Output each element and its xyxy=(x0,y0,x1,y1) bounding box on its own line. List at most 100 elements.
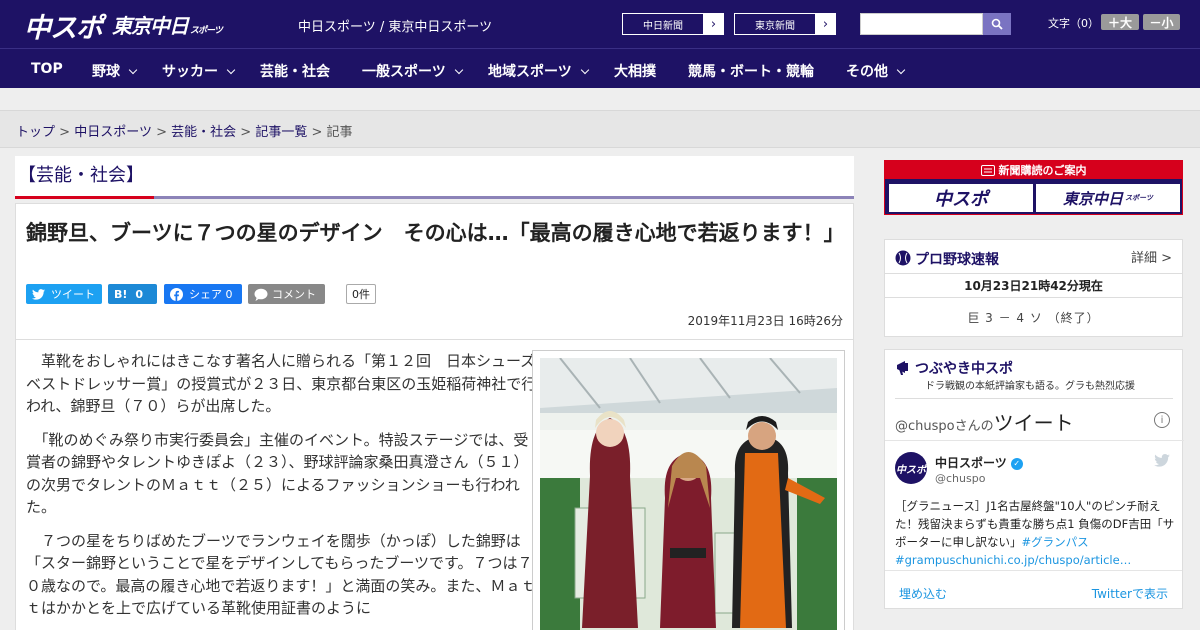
account-name-text: 中日スポーツ xyxy=(935,456,1007,470)
twitter-handle-link[interactable]: @chuspo xyxy=(895,419,955,434)
view-on-twitter-link[interactable]: Twitterで表示 xyxy=(1092,585,1168,602)
nav-item-baseball[interactable]: 野球 xyxy=(92,61,138,81)
baseball-scores-widget: プロ野球速報 詳細 > 10月23日21時42分現在 巨 3 － 4 ソ （終了… xyxy=(884,239,1183,337)
nav-item-sumo[interactable]: 大相撲 xyxy=(614,61,656,81)
hatena-bookmark-button[interactable]: B! 0 xyxy=(108,284,157,304)
avatar[interactable]: 中スポ xyxy=(895,452,927,484)
breadcrumb-separator: > xyxy=(59,125,71,140)
tokyo-shimbun-link[interactable]: 東京新聞 › xyxy=(734,13,836,35)
tweet-hashtag[interactable]: #グランパス xyxy=(1022,535,1089,549)
breadcrumb-top[interactable]: トップ xyxy=(16,125,55,140)
baseball-details-link[interactable]: 詳細 > xyxy=(1131,247,1172,266)
twitter-san-label: さんの xyxy=(954,419,994,434)
search-input[interactable] xyxy=(860,13,983,35)
facebook-icon xyxy=(170,287,183,301)
subscribe-tokyo-chunichi-button[interactable]: 東京中日 スポーツ xyxy=(1036,184,1180,212)
breadcrumb-entertainment[interactable]: 芸能・社会 xyxy=(171,125,236,140)
baseball-widget-header: プロ野球速報 詳細 > xyxy=(885,240,1182,274)
article-paragraph: 革靴をおしゃれにはきこなす著名人に贈られる「第１２回 日本シューズベストドレッサ… xyxy=(26,350,538,418)
tweet-button[interactable]: ツイート xyxy=(26,284,102,304)
category-underline xyxy=(15,196,154,199)
article-date: 2019年11月23日 16時26分 xyxy=(687,314,843,328)
subscribe-tokyo-sub: スポーツ xyxy=(1125,194,1153,202)
article-text: 革靴をおしゃれにはきこなす著名人に贈られる「第１２回 日本シューズベストドレッサ… xyxy=(26,350,538,630)
font-larger-button[interactable]: ＋大 xyxy=(1101,14,1139,30)
nav-item-top[interactable]: TOP xyxy=(31,61,63,77)
subscribe-chuspo-button[interactable]: 中スポ xyxy=(889,184,1033,212)
comment-count: 0件 xyxy=(346,284,376,304)
paragraph-text: 「靴のめぐみ祭り市実行委員会」主催のイベント。特設ステージでは、受賞者の錦野やタ… xyxy=(26,430,529,517)
subscribe-tokyo-label: 東京中日 xyxy=(1063,189,1124,208)
facebook-share-button[interactable]: シェア 0 xyxy=(164,284,242,304)
breadcrumb-chunichi-sports[interactable]: 中日スポーツ xyxy=(74,125,152,140)
baseball-game-score[interactable]: 巨 3 － 4 ソ （終了） xyxy=(885,298,1182,336)
nav-label: TOP xyxy=(31,61,63,77)
search-button[interactable] xyxy=(983,13,1011,35)
article-paragraph: 「靴のめぐみ祭り市実行委員会」主催のイベント。特設ステージでは、受賞者の錦野やタ… xyxy=(26,429,538,519)
nav-item-general-sports[interactable]: 一般スポーツ xyxy=(362,61,463,81)
award-ceremony-photo xyxy=(540,357,837,630)
tweet-link[interactable]: #grampuschunichi.co.jp/chuspo/article… xyxy=(895,553,1131,567)
chevron-down-icon xyxy=(226,65,236,75)
hatena-count: 0 xyxy=(135,287,144,301)
nav-label: その他 xyxy=(846,64,888,80)
tokyo-logo-sub: スポーツ xyxy=(190,26,223,36)
comment-button[interactable]: コメント xyxy=(248,284,325,304)
breadcrumb-article-list[interactable]: 記事一覧 xyxy=(255,125,307,140)
facebook-label: シェア 0 xyxy=(189,288,233,301)
nav-label: 地域スポーツ xyxy=(488,64,572,80)
newspaper-icon xyxy=(980,164,995,176)
twitter-account-name[interactable]: 中日スポーツ ✓ xyxy=(935,454,1023,471)
article-photo[interactable] xyxy=(532,350,845,630)
hatena-label: B! xyxy=(114,287,128,301)
font-smaller-button[interactable]: －小 xyxy=(1143,14,1180,30)
chunichi-shimbun-link[interactable]: 中日新聞 › xyxy=(622,13,724,35)
nav-label: サッカー xyxy=(162,64,218,80)
subscription-title-text: 新聞購読のご案内 xyxy=(998,164,1087,177)
nav-item-other[interactable]: その他 xyxy=(846,61,906,81)
comment-label: コメント xyxy=(272,288,316,301)
twitter-account-user[interactable]: @chuspo xyxy=(935,472,985,485)
breadcrumb-separator: > xyxy=(156,125,167,140)
baseball-icon xyxy=(895,250,911,266)
subscription-banner: 新聞購読のご案内 中スポ 東京中日 スポーツ xyxy=(884,160,1183,215)
tweet-label: ツイート xyxy=(51,288,95,301)
twitter-bird-icon[interactable] xyxy=(1154,454,1170,467)
divider xyxy=(895,398,1173,399)
nav-item-soccer[interactable]: サッカー xyxy=(162,61,236,81)
nav-label: 競馬・ボート・競輪 xyxy=(688,64,814,80)
nav-label: 一般スポーツ xyxy=(362,64,446,80)
twitter-widget-title: つぶやき中スポ xyxy=(915,361,1013,377)
chevron-right-icon: › xyxy=(815,14,835,34)
article-body: 革靴をおしゃれにはきこなす著名人に贈られる「第１２回 日本シューズベストドレッサ… xyxy=(15,340,854,630)
chevron-down-icon xyxy=(896,65,906,75)
tokyo-chunichi-logo[interactable]: 東京中日 スポーツ xyxy=(112,10,223,39)
site-title[interactable]: 中日スポーツ / 東京中日スポーツ xyxy=(298,16,492,35)
embed-link[interactable]: 埋め込む xyxy=(899,585,947,602)
breadcrumb-bar: トップ > 中日スポーツ > 芸能・社会 > 記事一覧 > 記事 xyxy=(0,110,1200,148)
speech-bubble-icon xyxy=(254,288,268,301)
article-header: 錦野旦、ブーツに７つの星のデザイン その心は…「最高の履き心地で若返ります！」 … xyxy=(15,203,854,340)
tokyo-logo-text: 東京中日 xyxy=(112,14,189,38)
breadcrumb: トップ > 中日スポーツ > 芸能・社会 > 記事一覧 > 記事 xyxy=(16,121,353,140)
breadcrumb-separator: > xyxy=(240,125,252,140)
breadcrumb-current: 記事 xyxy=(326,125,353,140)
chevron-down-icon xyxy=(454,65,463,75)
chevron-down-icon xyxy=(580,65,589,75)
breadcrumb-separator: > xyxy=(311,125,323,140)
baseball-widget-title: プロ野球速報 xyxy=(915,252,999,268)
article-paragraph: ７つの星をちりばめたブーツでランウェイを闊歩（かっぽ）した錦野は「スター錦野とい… xyxy=(26,530,538,620)
chuspo-logo[interactable]: 中スポ xyxy=(24,6,103,45)
nav-label: 芸能・社会 xyxy=(260,64,330,80)
site-header: 中スポ 東京中日 スポーツ 中日スポーツ / 東京中日スポーツ 中日新聞 › 東京… xyxy=(0,0,1200,48)
twitter-widget: つぶやき中スポ ドラ戦観の本紙評論家も語る。グラも熱烈応援 @chuspoさんの… xyxy=(884,349,1184,609)
nav-item-local-sports[interactable]: 地域スポーツ xyxy=(488,61,589,81)
info-icon[interactable]: i xyxy=(1154,412,1170,428)
twitter-timeline-heading: @chuspoさんのツイート xyxy=(895,407,1074,436)
main-nav: TOP 野球 サッカー 芸能・社会 一般スポーツ 地域スポーツ 大相撲 競馬・ボ… xyxy=(0,48,1200,88)
twitter-bird-icon xyxy=(32,288,45,300)
subscription-title: 新聞購読のご案内 xyxy=(885,161,1182,179)
nav-item-racing[interactable]: 競馬・ボート・競輪 xyxy=(688,61,814,81)
nav-item-entertainment[interactable]: 芸能・社会 xyxy=(260,61,330,81)
megaphone-icon xyxy=(897,361,908,375)
